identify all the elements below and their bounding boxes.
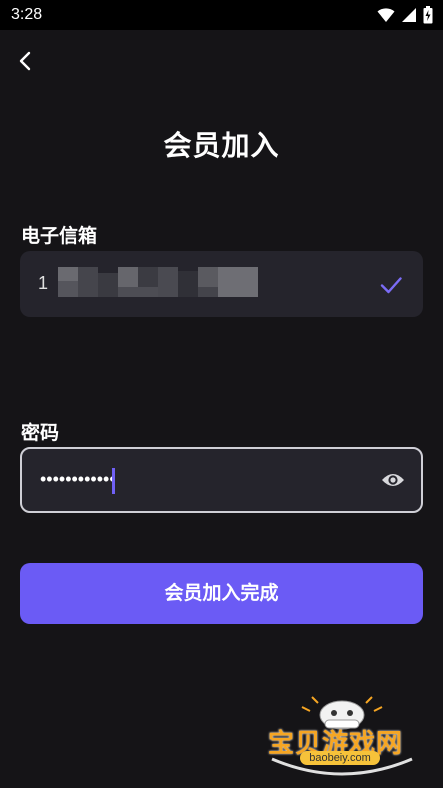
submit-button[interactable]: 会员加入完成	[20, 563, 423, 624]
battery-icon	[423, 6, 433, 24]
email-value: 1	[38, 273, 49, 293]
watermark-logo: 宝贝游戏网 baobeiy.com	[262, 695, 422, 785]
password-label: 密码	[21, 423, 60, 444]
password-field[interactable]: ••••••••••••	[20, 447, 423, 513]
status-icons	[377, 6, 433, 24]
text-caret	[112, 468, 115, 494]
wifi-icon	[377, 8, 395, 22]
back-arrow-icon[interactable]	[12, 48, 38, 74]
status-time: 3:28	[11, 6, 43, 23]
page-title: 会员加入	[163, 130, 280, 161]
check-icon	[380, 277, 402, 294]
email-redaction-mosaic	[58, 267, 258, 297]
signal-icon	[402, 8, 416, 22]
email-field[interactable]: 1	[20, 251, 423, 317]
status-bar: 3:28	[0, 0, 443, 30]
password-value: ••••••••••••	[40, 469, 116, 489]
email-label: 电子信箱	[21, 226, 98, 247]
watermark-swoosh	[271, 757, 413, 776]
eye-icon[interactable]	[381, 470, 405, 490]
